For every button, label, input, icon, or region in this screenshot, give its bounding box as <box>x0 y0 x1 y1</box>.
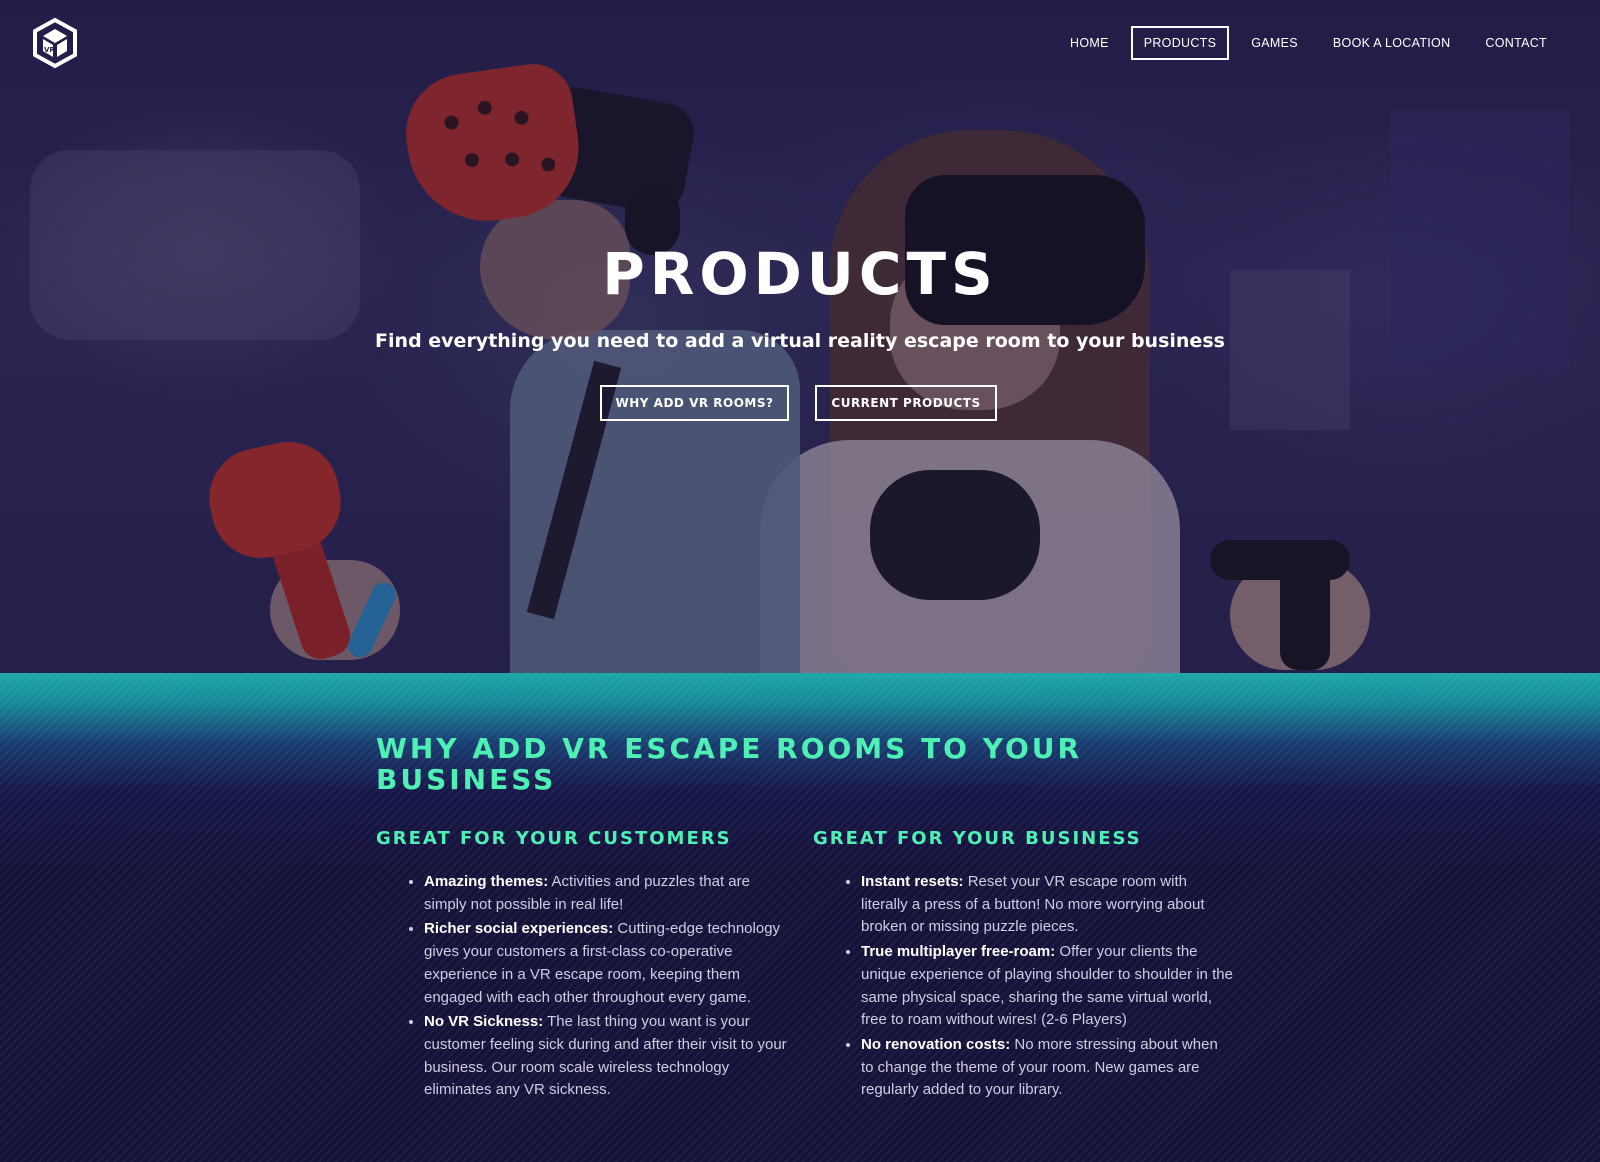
hero-section: VR HOME PRODUCTS GAMES BOOK A LOCATION C… <box>0 0 1600 673</box>
list-item: Amazing themes: Activities and puzzles t… <box>424 871 796 916</box>
page-title: PRODUCTS <box>602 240 998 308</box>
svg-text:VR: VR <box>44 46 55 54</box>
list-item: Richer social experiences: Cutting-edge … <box>424 918 796 1009</box>
why-add-section: WHY ADD VR ESCAPE ROOMS TO YOUR BUSINESS… <box>0 673 1600 1162</box>
list-item: Instant resets: Reset your VR escape roo… <box>861 871 1233 939</box>
hero-subtitle: Find everything you need to add a virtua… <box>375 330 1225 352</box>
benefit-list: Amazing themes: Activities and puzzles t… <box>376 871 796 1102</box>
list-item: True multiplayer free-roam: Offer your c… <box>861 941 1233 1032</box>
current-products-button[interactable]: CURRENT PRODUCTS <box>815 385 997 421</box>
vr-cube-logo-icon[interactable]: VR <box>31 17 79 69</box>
nav-home[interactable]: HOME <box>1057 26 1122 60</box>
nav-products[interactable]: PRODUCTS <box>1130 26 1230 60</box>
main-nav: HOME PRODUCTS GAMES BOOK A LOCATION CONT… <box>1048 26 1560 60</box>
list-item: No VR Sickness: The last thing you want … <box>424 1011 796 1102</box>
business-column: GREAT FOR YOUR BUSINESS Instant resets: … <box>813 828 1233 1104</box>
column-heading: GREAT FOR YOUR BUSINESS <box>813 828 1142 849</box>
section-heading: WHY ADD VR ESCAPE ROOMS TO YOUR BUSINESS <box>376 732 1083 796</box>
why-add-vr-rooms-button[interactable]: WHY ADD VR ROOMS? <box>600 385 789 421</box>
nav-contact[interactable]: CONTACT <box>1472 26 1560 60</box>
list-item: No renovation costs: No more stressing a… <box>861 1034 1233 1102</box>
nav-games[interactable]: GAMES <box>1238 26 1311 60</box>
benefit-list: Instant resets: Reset your VR escape roo… <box>813 871 1233 1102</box>
nav-book-a-location[interactable]: BOOK A LOCATION <box>1320 26 1464 60</box>
column-heading: GREAT FOR YOUR CUSTOMERS <box>376 828 732 849</box>
customers-column: GREAT FOR YOUR CUSTOMERS Amazing themes:… <box>376 828 796 1104</box>
